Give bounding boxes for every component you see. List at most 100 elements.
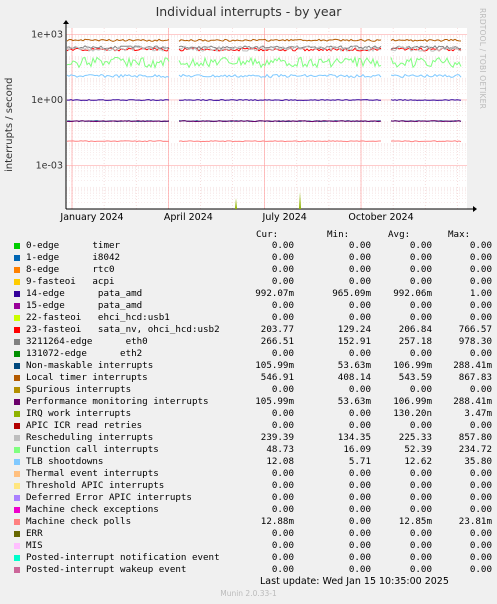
legend-swatch <box>14 471 20 477</box>
legend-cur-value: 0.00 <box>271 420 294 431</box>
legend-cur-value: 0.00 <box>271 240 294 251</box>
legend-avg-value: 0.00 <box>409 264 432 275</box>
legend-swatch <box>14 339 20 345</box>
legend-max-value: 3.47m <box>464 408 492 419</box>
legend-row: Non-maskable interrupts 105.99m 53.63m 106.… <box>14 360 494 372</box>
legend-min-value: 0.00 <box>348 408 371 419</box>
legend-max-value: 0.00 <box>469 384 492 395</box>
legend-row: 15-edge pata_amd 0.00 0.00 0.00 0.00 <box>14 300 494 312</box>
legend-series-name: 14-edge pata_amd <box>26 288 143 299</box>
legend-series-name: 1-edge i8042 <box>26 252 121 263</box>
x-axis-arrow <box>473 206 477 212</box>
col-avg-header: Avg: <box>388 229 411 240</box>
legend-max-value: 0.00 <box>469 564 492 575</box>
legend-avg-value: 0.00 <box>409 312 432 323</box>
legend-avg-value: 543.59 <box>398 372 432 383</box>
legend-avg-value: 257.18 <box>398 336 432 347</box>
munin-version: Munin 2.0.33-1 <box>220 589 277 598</box>
legend-avg-value: 106.99m <box>393 396 432 407</box>
legend-avg-value: 12.62 <box>404 456 432 467</box>
legend-row: 22-fasteoi ehci_hcd:usb1 0.00 0.00 0.00 0.00 <box>14 312 494 324</box>
legend-avg-value: 0.00 <box>409 504 432 515</box>
x-tick-label: January 2024 <box>59 212 123 223</box>
legend-avg-value: 0.00 <box>409 468 432 479</box>
legend-row: TLB shootdowns 12.08 5.71 12.62 35.80 <box>14 456 494 468</box>
legend-cur-value: 0.00 <box>271 408 294 419</box>
legend-row: Thermal event interrupts 0.00 0.00 0.00 0.00 <box>14 468 494 480</box>
legend-swatch <box>14 255 20 261</box>
legend-min-value: 0.00 <box>348 552 371 563</box>
legend-cur-value: 0.00 <box>271 252 294 263</box>
legend-avg-value: 0.00 <box>409 252 432 263</box>
legend-cur-value: 203.77 <box>260 324 294 335</box>
legend-min-value: 0.00 <box>348 384 371 395</box>
legend-cur-value: 0.00 <box>271 468 294 479</box>
legend-swatch <box>14 531 20 537</box>
legend-max-value: 0.00 <box>469 264 492 275</box>
legend-avg-value: 0.00 <box>409 384 432 395</box>
legend-max-value: 0.00 <box>469 480 492 491</box>
legend-swatch <box>14 507 20 513</box>
legend-cur-value: 0.00 <box>271 528 294 539</box>
legend-series-name: Machine check exceptions <box>26 504 159 515</box>
legend-cur-value: 0.00 <box>271 384 294 395</box>
legend-max-value: 0.00 <box>469 468 492 479</box>
legend-avg-value: 206.84 <box>398 324 432 335</box>
legend-min-value: 53.63m <box>337 360 371 371</box>
legend-row: Posted-interrupt notification event 0.00 0… <box>14 552 494 564</box>
legend-swatch <box>14 519 20 525</box>
legend-row: Posted-interrupt wakeup event 0.00 0.00 0.0… <box>14 564 494 576</box>
legend-series-name: ERR <box>26 528 43 539</box>
legend-series-name: Rescheduling interrupts <box>26 432 154 443</box>
legend-avg-value: 0.00 <box>409 540 432 551</box>
legend-max-value: 857.80 <box>458 432 492 443</box>
legend-series-name: 22-fasteoi ehci_hcd:usb1 <box>26 312 170 323</box>
legend-row: 23-fasteoi sata_nv, ohci_hcd:usb2 203.77 1… <box>14 324 494 336</box>
legend-min-value: 129.24 <box>337 324 371 335</box>
legend-cur-value: 992.07m <box>255 288 294 299</box>
last-update: Last update: Wed Jan 15 10:35:00 2025 <box>260 576 449 587</box>
legend-cur-value: 0.00 <box>271 276 294 287</box>
legend-min-value: 53.63m <box>337 396 371 407</box>
legend-max-value: 35.80 <box>464 456 492 467</box>
legend-row: ERR 0.00 0.00 0.00 0.00 <box>14 528 494 540</box>
legend-min-value: 0.00 <box>348 264 371 275</box>
legend-swatch <box>14 411 20 417</box>
legend-min-value: 0.00 <box>348 420 371 431</box>
legend-cur-value: 266.51 <box>260 336 294 347</box>
legend-series-name: Threshold APIC interrupts <box>26 480 165 491</box>
legend-swatch <box>14 543 20 549</box>
legend-row: Deferred Error APIC interrupts 0.00 0.00 0.… <box>14 492 494 504</box>
legend-avg-value: 0.00 <box>409 348 432 359</box>
legend-row: Function call interrupts 48.73 16.09 52.39 2… <box>14 444 494 456</box>
legend-max-value: 0.00 <box>469 348 492 359</box>
y-axis-arrow <box>63 20 69 24</box>
legend-cur-value: 0.00 <box>271 504 294 515</box>
legend-cur-value: 0.00 <box>271 552 294 563</box>
legend-max-value: 0.00 <box>469 528 492 539</box>
legend-series-name: Posted-interrupt wakeup event <box>26 564 187 575</box>
legend-swatch <box>14 459 20 465</box>
legend-row: Threshold APIC interrupts 0.00 0.00 0.00 0.0… <box>14 480 494 492</box>
legend-swatch <box>14 483 20 489</box>
legend-avg-value: 0.00 <box>409 300 432 311</box>
legend-swatch <box>14 315 20 321</box>
legend-avg-value: 0.00 <box>409 240 432 251</box>
col-cur-header: Cur: <box>256 229 279 240</box>
legend-series-name: Spurious interrupts <box>26 384 132 395</box>
legend-row: 9-fasteoi acpi 0.00 0.00 0.00 0.00 <box>14 276 494 288</box>
legend-min-value: 0.00 <box>348 276 371 287</box>
legend-min-value: 0.00 <box>348 480 371 491</box>
x-tick-label: July 2024 <box>262 212 307 223</box>
legend-swatch <box>14 567 20 573</box>
legend-max-value: 1.00 <box>469 288 492 299</box>
legend-series-name: 3211264-edge eth0 <box>26 336 148 347</box>
legend-min-value: 0.00 <box>348 516 371 527</box>
col-min-header: Min: <box>327 229 350 240</box>
legend-series-name: TLB shootdowns <box>26 456 104 467</box>
legend-swatch <box>14 279 20 285</box>
legend-swatch <box>14 243 20 249</box>
legend-swatch <box>14 291 20 297</box>
legend-max-value: 0.00 <box>469 552 492 563</box>
legend-series-name: Non-maskable interrupts <box>26 360 154 371</box>
